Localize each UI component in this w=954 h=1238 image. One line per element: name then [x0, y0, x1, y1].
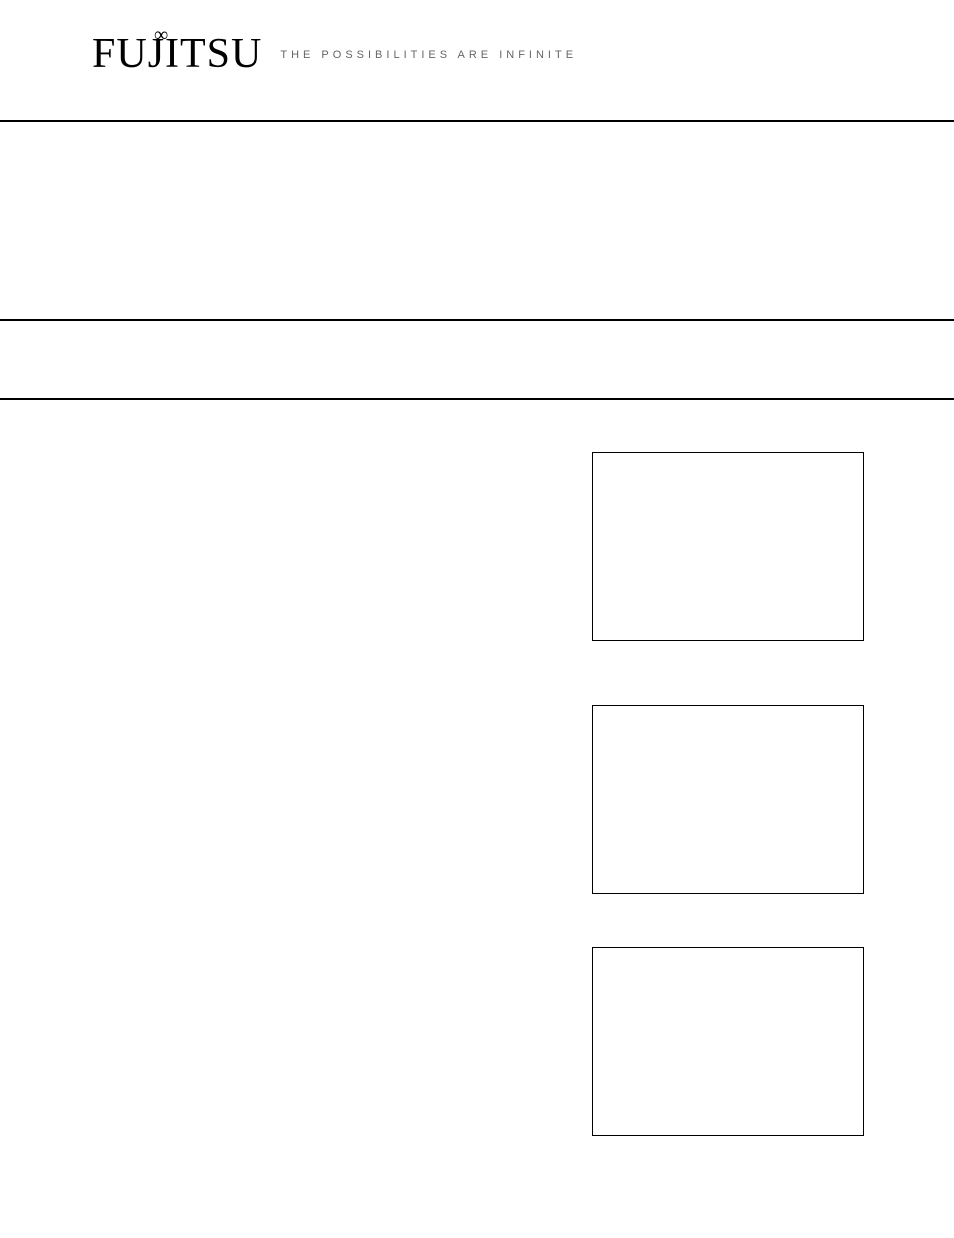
brand-tagline: THE POSSIBILITIES ARE INFINITE	[280, 49, 577, 61]
image-placeholder-2	[592, 705, 864, 894]
divider-mid-1	[0, 319, 954, 321]
brand-logo: ∞ FUJITSU	[92, 30, 262, 78]
image-placeholder-1	[592, 452, 864, 641]
brand-name: FUJITSU	[92, 31, 262, 77]
divider-top	[0, 120, 954, 122]
infinity-icon: ∞	[154, 24, 162, 47]
header: ∞ FUJITSU THE POSSIBILITIES ARE INFINITE	[92, 30, 577, 78]
divider-mid-2	[0, 398, 954, 400]
image-placeholder-3	[592, 947, 864, 1136]
